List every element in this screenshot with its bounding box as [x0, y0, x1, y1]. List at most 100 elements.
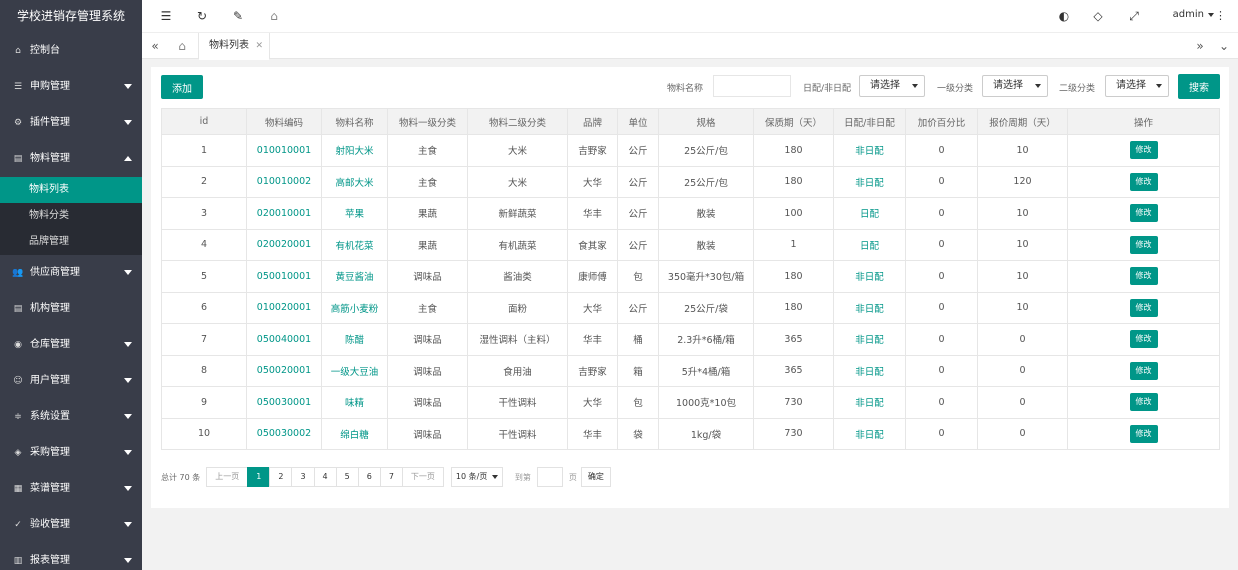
actions-cell: 修改: [1067, 228, 1220, 261]
table-cell[interactable]: 高邮大米: [321, 165, 388, 198]
sidebar-item-label: 采购管理: [30, 447, 70, 458]
page-size-select[interactable]: 10 条/页: [450, 467, 503, 487]
fullscreen-icon[interactable]: ⤢: [1126, 8, 1142, 24]
table-cell: 干性调料: [467, 417, 568, 450]
edit-button[interactable]: 修改: [1129, 141, 1158, 160]
sidebar-item-1[interactable]: ☰ 申购管理: [0, 69, 142, 105]
sidebar-item-8[interactable]: ≑ 系统设置: [0, 399, 142, 435]
goto-page-input[interactable]: [536, 467, 563, 487]
theme-icon[interactable]: ◐: [1056, 8, 1072, 24]
category2-select[interactable]: 请选择: [1105, 75, 1169, 97]
tab-options-icon[interactable]: ⌄: [1214, 37, 1234, 55]
page-button-5[interactable]: 5: [335, 467, 359, 487]
sidebar-item-label: 控制台: [30, 45, 60, 56]
sidebar-item-10[interactable]: ▦ 菜谱管理: [0, 471, 142, 507]
sidebar-item-7[interactable]: ☺ 用户管理: [0, 363, 142, 399]
table-cell[interactable]: 010020001: [246, 291, 322, 324]
sidebar-item-4[interactable]: 👥 供应商管理: [0, 255, 142, 291]
column-header: 单位: [617, 108, 659, 135]
table-cell[interactable]: 050010001: [246, 260, 322, 293]
table-cell[interactable]: 050030002: [246, 417, 322, 450]
category1-label: 一级分类: [937, 84, 974, 94]
table-cell[interactable]: 050040001: [246, 323, 322, 356]
table-cell: 0: [977, 323, 1068, 356]
table-cell[interactable]: 味精: [321, 386, 388, 419]
column-header: 日配/非日配: [833, 108, 906, 135]
table-cell[interactable]: 020020001: [246, 228, 322, 261]
tag-icon[interactable]: ◇: [1090, 8, 1106, 24]
scroll-left-icon[interactable]: «: [145, 37, 165, 55]
table-cell[interactable]: 050030001: [246, 386, 322, 419]
refresh-icon[interactable]: ↻: [194, 8, 210, 24]
submenu-materials: 物料列表 物料分类 品牌管理: [0, 177, 142, 255]
table-cell[interactable]: 射阳大米: [321, 134, 388, 167]
close-icon[interactable]: ✕: [255, 33, 263, 59]
page-button-1[interactable]: 1: [247, 467, 271, 487]
home-tab-icon[interactable]: ⌂: [172, 37, 192, 55]
table-cell: 湿性调料（主料）: [467, 323, 568, 356]
table-cell[interactable]: 有机花菜: [321, 228, 388, 261]
page-button-4[interactable]: 4: [313, 467, 337, 487]
edit-button[interactable]: 修改: [1129, 204, 1158, 223]
table-cell[interactable]: 010010002: [246, 165, 322, 198]
table-cell[interactable]: 010010001: [246, 134, 322, 167]
edit-button[interactable]: 修改: [1129, 298, 1158, 317]
sidebar-item-6[interactable]: ◉ 仓库管理: [0, 327, 142, 363]
table-cell[interactable]: 黄豆酱油: [321, 260, 388, 293]
sidebar-item-0[interactable]: ⌂ 控制台: [0, 33, 142, 69]
sidebar-item-label: 报表管理: [30, 555, 70, 566]
sidebar-item-3[interactable]: ▤ 物料管理: [0, 141, 142, 177]
scroll-right-icon[interactable]: »: [1190, 37, 1210, 55]
clear-cache-icon[interactable]: ✎: [230, 8, 246, 24]
add-button[interactable]: 添加: [161, 75, 203, 99]
edit-button[interactable]: 修改: [1129, 424, 1158, 443]
page-button-3[interactable]: 3: [291, 467, 315, 487]
prev-page-button[interactable]: 上一页: [206, 467, 249, 487]
sidebar-item-5[interactable]: ▤ 机构管理: [0, 291, 142, 327]
next-page-button[interactable]: 下一页: [401, 467, 444, 487]
goto-confirm-button[interactable]: 确定: [580, 467, 611, 487]
edit-button[interactable]: 修改: [1129, 267, 1158, 286]
settings-icon: ⚙: [13, 118, 23, 128]
category1-select[interactable]: 请选择: [982, 75, 1048, 97]
sidebar-item-12[interactable]: ▥ 报表管理: [0, 543, 142, 570]
page-button-6[interactable]: 6: [357, 467, 381, 487]
sidebar-item-label: 供应商管理: [30, 267, 80, 278]
user-menu[interactable]: admin: [1173, 9, 1214, 20]
submenu-item-2[interactable]: 品牌管理: [0, 229, 142, 255]
submenu-item-0[interactable]: 物料列表: [0, 177, 142, 203]
edit-button[interactable]: 修改: [1129, 361, 1158, 380]
tab-material-list[interactable]: 物料列表 ✕: [198, 33, 270, 60]
more-icon[interactable]: ⋮: [1215, 9, 1226, 22]
tag-icon: ◈: [14, 448, 22, 458]
table-cell[interactable]: 绵白糖: [321, 417, 388, 450]
submenu-item-1[interactable]: 物料分类: [0, 203, 142, 229]
table-cell: 日配: [833, 197, 906, 230]
table-cell[interactable]: 陈醋: [321, 323, 388, 356]
delivery-type-select[interactable]: 请选择: [859, 75, 925, 97]
page-button-2[interactable]: 2: [269, 467, 293, 487]
table-cell[interactable]: 高筋小麦粉: [321, 291, 388, 324]
table-cell[interactable]: 020010001: [246, 197, 322, 230]
sidebar-item-9[interactable]: ◈ 采购管理: [0, 435, 142, 471]
sidebar-item-11[interactable]: ✓ 验收管理: [0, 507, 142, 543]
sidebar-item-label: 物料管理: [30, 153, 70, 164]
edit-button[interactable]: 修改: [1129, 172, 1158, 191]
edit-button[interactable]: 修改: [1129, 235, 1158, 254]
table-cell[interactable]: 苹果: [321, 197, 388, 230]
sidebar-item-label: 申购管理: [30, 81, 70, 92]
column-header: 物料二级分类: [467, 108, 568, 135]
sidebar-item-2[interactable]: ⚙ 插件管理: [0, 105, 142, 141]
edit-button[interactable]: 修改: [1129, 393, 1158, 412]
edit-button[interactable]: 修改: [1129, 330, 1158, 349]
page-button-7[interactable]: 7: [379, 467, 403, 487]
home-outline-icon[interactable]: ⌂: [266, 8, 282, 24]
search-button[interactable]: 搜索: [1178, 74, 1220, 99]
material-name-input[interactable]: [713, 75, 791, 97]
table-cell: 日配: [833, 228, 906, 261]
table-cell[interactable]: 一级大豆油: [321, 354, 388, 387]
table-cell: 365: [753, 354, 834, 387]
table-cell: 365: [753, 323, 834, 356]
table-cell[interactable]: 050020001: [246, 354, 322, 387]
collapse-menu-icon[interactable]: ☰: [158, 8, 174, 24]
